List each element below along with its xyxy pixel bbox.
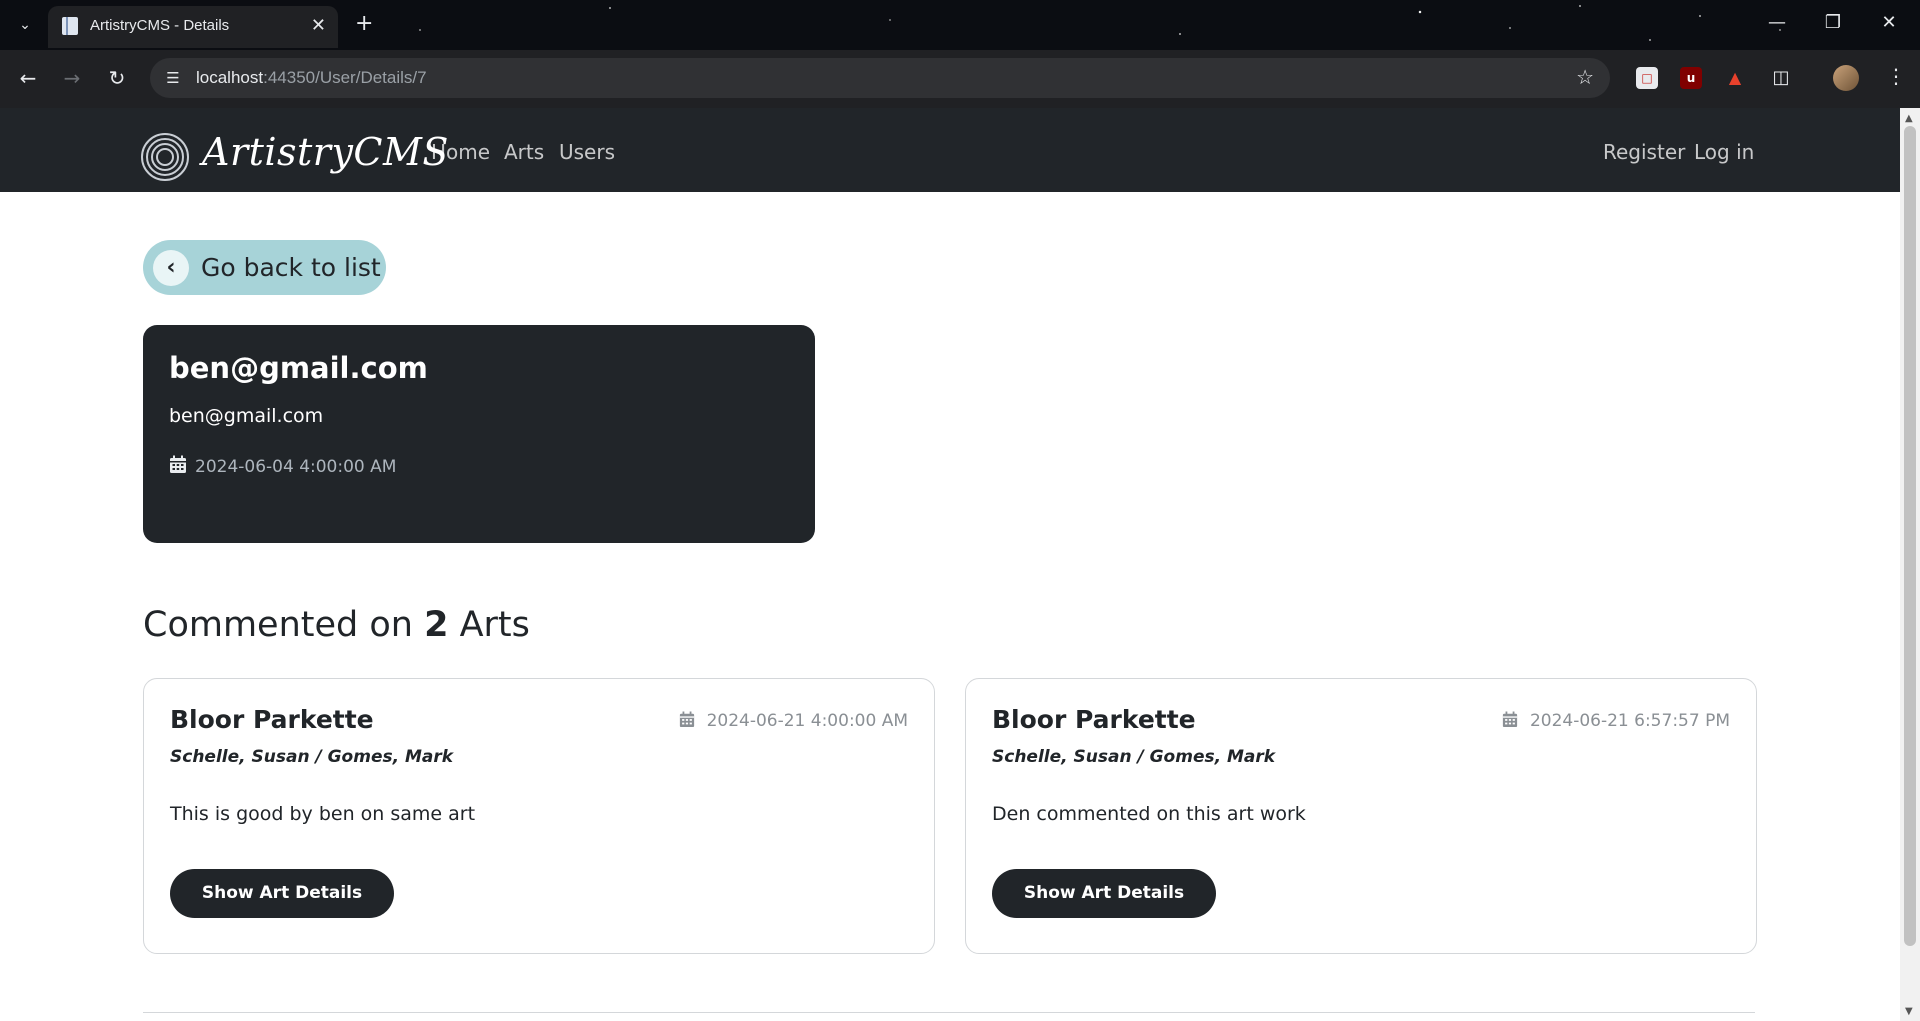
user-title: ben@gmail.com: [169, 351, 428, 385]
commented-arts-heading: Commented on 2 Arts: [143, 605, 530, 645]
user-email: ben@gmail.com: [169, 405, 324, 427]
page-favicon-icon: [62, 17, 78, 35]
forward-arrow-icon[interactable]: →: [58, 66, 86, 90]
ublock-extension-icon[interactable]: u: [1680, 67, 1702, 89]
browser-toolbar: ← → ↻ ☰ localhost:44350/User/Details/7 ☆…: [0, 50, 1920, 108]
brand-name: ArtistryCMS: [202, 130, 449, 174]
reload-icon[interactable]: ↻: [103, 66, 131, 90]
comment-date-text: 2024-06-21 6:57:57 PM: [1529, 711, 1730, 731]
browser-menu-icon[interactable]: ⋮: [1886, 64, 1906, 88]
art-comment-card: Bloor Parkette 2024-06-21 4:00:00 AM Sch…: [143, 678, 935, 954]
heading-suffix: Arts: [459, 605, 530, 645]
user-profile-card: ben@gmail.com ben@gmail.com 2024-06-04 4…: [143, 325, 815, 543]
comment-text: Den commented on this art work: [992, 803, 1306, 825]
close-window-icon[interactable]: ✕: [1874, 12, 1904, 33]
page-scrollbar[interactable]: ▲ ▼: [1900, 108, 1920, 1021]
site-info-icon[interactable]: ☰: [162, 67, 184, 89]
user-date: 2024-06-04 4:00:00 AM: [169, 455, 396, 477]
new-tab-plus-icon[interactable]: +: [355, 12, 373, 36]
calendar-icon: [679, 711, 694, 728]
tab-search-chevron-icon[interactable]: ⌄: [12, 12, 38, 38]
nav-link-home[interactable]: Home: [431, 140, 490, 164]
comment-date: 2024-06-21 4:00:00 AM: [679, 711, 908, 731]
tab-strip: ⌄ ArtistryCMS - Details ✕ + — ❐ ✕: [0, 0, 1920, 50]
art-authors: Schelle, Susan / Gomes, Mark: [992, 747, 1276, 767]
close-tab-icon[interactable]: ✕: [311, 15, 326, 36]
nav-link-register[interactable]: Register: [1603, 140, 1685, 164]
tab-title: ArtistryCMS - Details: [90, 17, 230, 34]
art-title: Bloor Parkette: [992, 705, 1196, 734]
calendar-icon: [170, 455, 186, 473]
scroll-up-arrow-icon[interactable]: ▲: [1905, 113, 1913, 124]
art-title: Bloor Parkette: [170, 705, 374, 734]
scholar-extension-icon[interactable]: ▲: [1724, 67, 1746, 89]
comment-text: This is good by ben on same art: [170, 803, 476, 825]
pocket-extension-icon[interactable]: □: [1636, 67, 1658, 89]
calendar-icon: [1502, 711, 1518, 728]
comment-date-text: 2024-06-21 4:00:00 AM: [706, 711, 908, 731]
nav-link-login[interactable]: Log in: [1694, 140, 1754, 164]
browser-tab[interactable]: ArtistryCMS - Details ✕: [48, 6, 338, 48]
profile-avatar[interactable]: [1833, 65, 1859, 91]
user-date-text: 2024-06-04 4:00:00 AM: [195, 457, 397, 477]
address-bar[interactable]: ☰ localhost:44350/User/Details/7 ☆: [150, 58, 1610, 98]
nav-link-users[interactable]: Users: [559, 140, 615, 164]
show-art-details-button[interactable]: Show Art Details: [170, 869, 394, 918]
spiral-logo-icon: [141, 133, 189, 181]
scroll-thumb[interactable]: [1904, 126, 1916, 946]
nav-link-arts[interactable]: Arts: [504, 140, 544, 164]
restore-window-icon[interactable]: ❐: [1818, 12, 1848, 33]
footer-divider: [143, 1012, 1755, 1013]
comment-date: 2024-06-21 6:57:57 PM: [1502, 711, 1730, 731]
minimize-window-icon[interactable]: —: [1762, 12, 1792, 33]
site-navbar: ArtistryCMS Home Arts Users Register Log…: [0, 108, 1900, 192]
browser-chrome: ⌄ ArtistryCMS - Details ✕ + — ❐ ✕ ← → ↻ …: [0, 0, 1920, 108]
show-art-details-button[interactable]: Show Art Details: [992, 869, 1216, 918]
art-authors: Schelle, Susan / Gomes, Mark: [170, 747, 454, 767]
scroll-down-arrow-icon[interactable]: ▼: [1905, 1006, 1913, 1017]
back-arrow-icon[interactable]: ←: [14, 66, 42, 90]
extensions-puzzle-icon[interactable]: ◫: [1770, 67, 1792, 89]
heading-prefix: Commented on: [143, 605, 413, 645]
art-comment-card: Bloor Parkette 2024-06-21 6:57:57 PM Sch…: [965, 678, 1757, 954]
commented-count: 2: [424, 605, 449, 645]
go-back-button[interactable]: ‹ Go back to list: [143, 240, 386, 295]
url-text[interactable]: localhost:44350/User/Details/7: [196, 68, 427, 88]
go-back-label: Go back to list: [201, 253, 381, 282]
url-host: localhost: [196, 68, 264, 87]
bookmark-star-icon[interactable]: ☆: [1576, 65, 1594, 89]
chevron-left-icon: ‹: [153, 250, 189, 286]
url-path: :44350/User/Details/7: [263, 68, 427, 87]
